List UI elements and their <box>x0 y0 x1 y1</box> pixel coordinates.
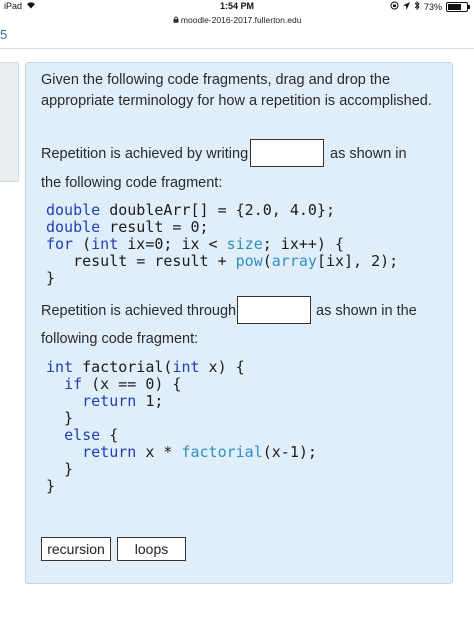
sentence1-continuation: the following code fragment: <box>41 175 223 191</box>
code-line: else { <box>64 426 119 444</box>
battery-icon <box>446 1 470 12</box>
location-icon <box>402 1 410 12</box>
question-panel: Given the following code fragments, drag… <box>25 62 453 584</box>
code-fragment-recursion: int factorial(int x) { if (x == 0) { ret… <box>46 359 317 495</box>
page-header <box>0 26 474 49</box>
drag-choice-loops[interactable]: loops <box>117 537 186 561</box>
code-line: int factorial(int x) { <box>46 358 245 376</box>
sentence1-after: as shown in <box>330 146 407 162</box>
code-line: double result = 0; <box>46 218 209 236</box>
drag-choice-recursion[interactable]: recursion <box>41 537 111 561</box>
bluetooth-icon <box>414 0 420 12</box>
url-text: moodle-2016-2017.fullerton.edu <box>180 15 302 25</box>
code-line: } <box>46 460 74 478</box>
code-line: if (x == 0) { <box>64 375 182 393</box>
sentence2-after: as shown in the <box>316 303 417 319</box>
address-bar[interactable]: moodle-2016-2017.fullerton.edu <box>0 14 474 26</box>
status-bar: iPad 1:54 PM 73% <box>0 0 474 14</box>
code-line: } <box>46 409 74 427</box>
battery-percent: 73% <box>423 1 442 12</box>
question-number: 5 <box>0 27 8 42</box>
orientation-lock-icon <box>390 1 399 12</box>
code-line: double doubleArr[] = {2.0, 4.0}; <box>46 201 335 219</box>
code-line: } <box>46 269 56 287</box>
drop-zone-1[interactable] <box>250 139 324 167</box>
code-line: result = result + pow(array[ix], 2); <box>46 252 399 270</box>
code-line: for (int ix=0; ix < size; ix++) { <box>46 235 345 253</box>
sentence2-continuation: following code fragment: <box>41 331 199 347</box>
sentence2-before: Repetition is achieved through <box>41 303 237 319</box>
code-line: } <box>46 477 56 495</box>
lock-icon <box>173 15 181 25</box>
sentence1-before: Repetition is achieved by writing <box>41 146 249 162</box>
drop-zone-2[interactable] <box>237 296 311 324</box>
code-line: return 1; <box>82 392 164 410</box>
code-fragment-loop: double doubleArr[] = {2.0, 4.0}; double r… <box>46 202 398 287</box>
status-right: 73% <box>390 0 470 12</box>
question-info-panel <box>0 62 19 182</box>
code-line: return x * factorial(x-1); <box>82 443 317 461</box>
question-prompt: Given the following code fragments, drag… <box>41 72 432 109</box>
